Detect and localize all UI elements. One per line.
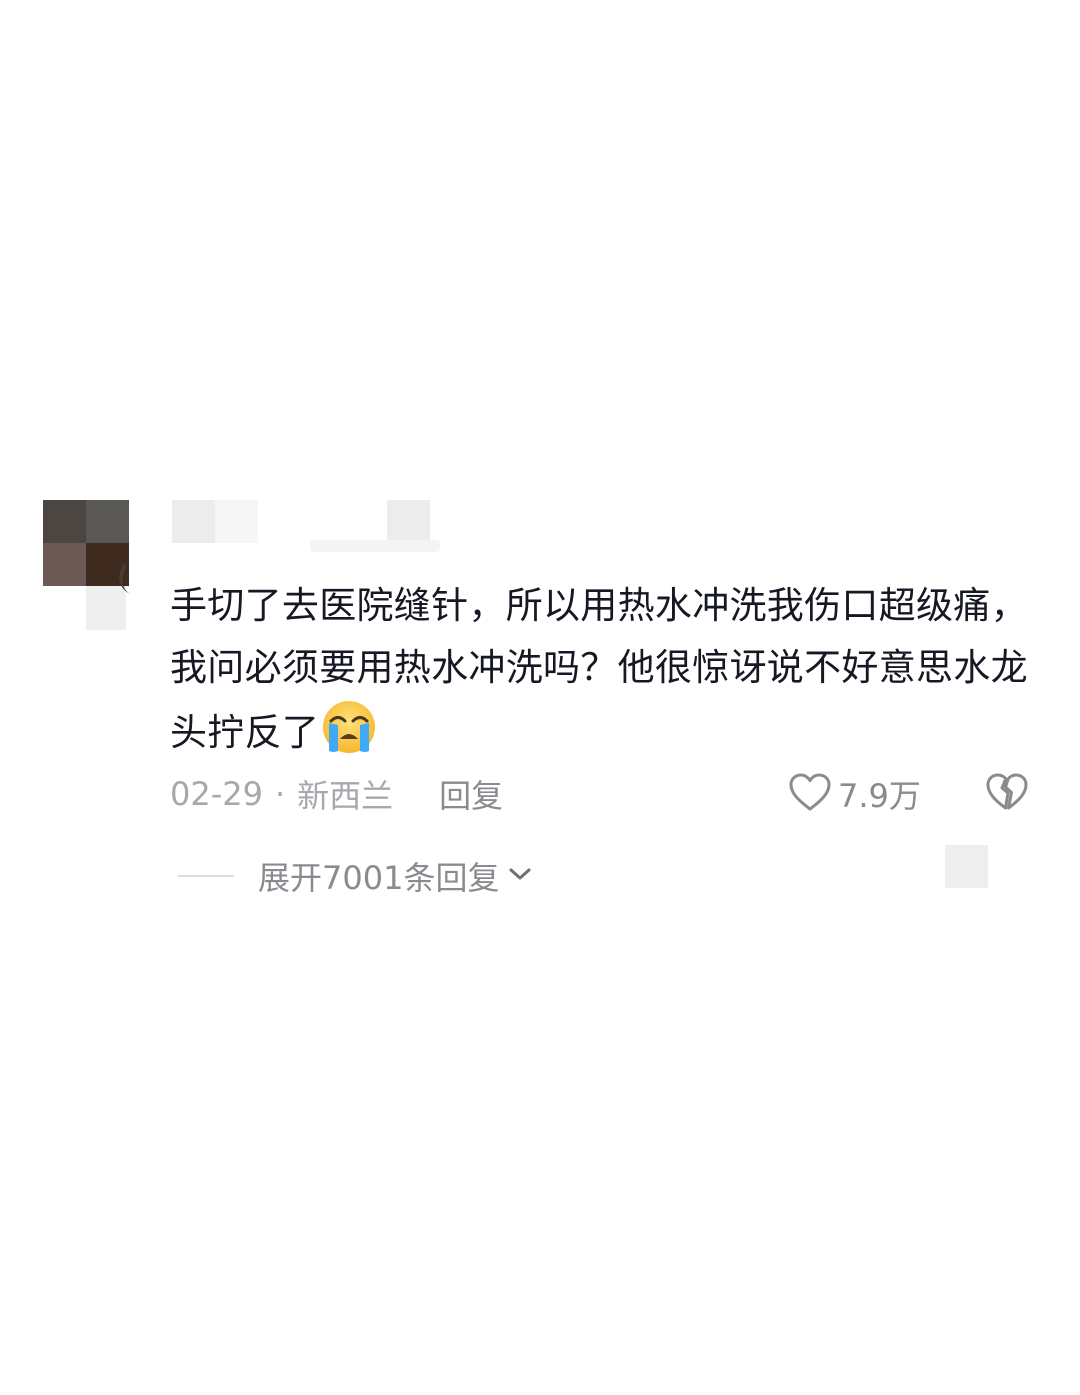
comment-date: 02-29 xyxy=(170,775,263,813)
expand-replies-button[interactable]: 展开7001条回复 xyxy=(178,852,533,900)
dislike-button[interactable] xyxy=(985,772,1029,816)
loudly-crying-face-icon xyxy=(321,699,377,774)
avatar-blur xyxy=(86,586,126,630)
like-count: 7.9万 xyxy=(838,777,921,815)
avatar-pixel xyxy=(43,500,86,543)
avatar-pixel xyxy=(86,500,129,543)
chevron-down-icon xyxy=(507,864,533,888)
heart-outline-icon xyxy=(788,772,832,816)
username-blur xyxy=(215,500,258,543)
comment-text: 手切了去医院缝针，所以用热水冲洗我伤口超级痛，我问必须要用热水冲洗吗？他很惊讶说… xyxy=(170,575,1040,774)
username-blur xyxy=(387,500,430,543)
broken-heart-icon xyxy=(985,773,1029,816)
expand-replies-label: 展开7001条回复 xyxy=(258,859,500,897)
comment-body: 手切了去医院缝针，所以用热水冲洗我伤口超级痛，我问必须要用热水冲洗吗？他很惊讶说… xyxy=(170,584,1028,754)
comment-location: 新西兰 xyxy=(297,777,394,815)
divider xyxy=(178,875,234,877)
username-blur[interactable] xyxy=(172,500,215,543)
avatar[interactable] xyxy=(43,500,129,586)
avatar-pixel xyxy=(43,543,86,586)
redaction-block xyxy=(945,845,988,888)
reply-button[interactable]: 回复 xyxy=(439,771,503,817)
meta-separator: · xyxy=(274,775,286,813)
like-button[interactable]: 7.9万 xyxy=(788,772,921,816)
comment-meta: 02-29 · 新西兰 回复 xyxy=(170,772,503,816)
comment-item: 手切了去医院缝针，所以用热水冲洗我伤口超级痛，我问必须要用热水冲洗吗？他很惊讶说… xyxy=(0,0,1080,1395)
username-blur xyxy=(310,540,440,552)
